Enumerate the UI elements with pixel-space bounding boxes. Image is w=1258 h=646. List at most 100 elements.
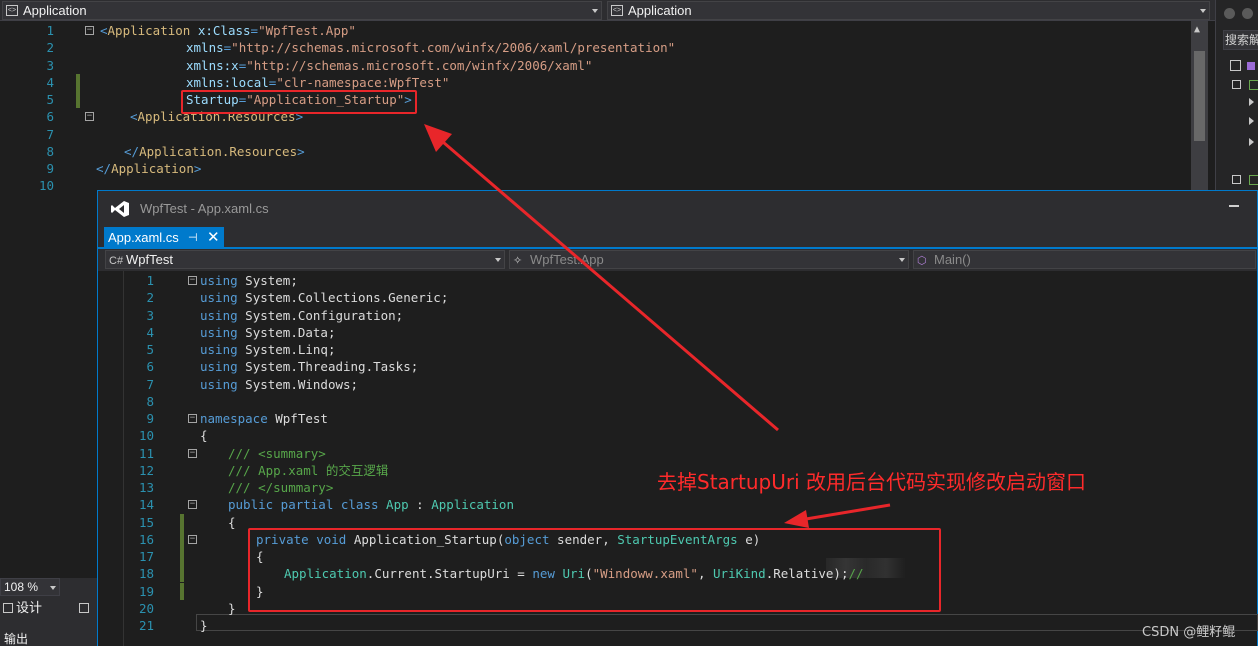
code-line[interactable]: 5 using System.Linq; [98, 341, 1257, 358]
code-token: </ [124, 143, 140, 159]
vertical-scrollbar[interactable]: ▲ [1191, 21, 1208, 190]
solution-icon [1230, 60, 1241, 71]
zoom-level-dropdown[interactable]: 108 % [0, 578, 60, 596]
fold-toggle-icon[interactable]: − [188, 414, 197, 423]
fold-toggle-icon[interactable]: − [85, 26, 94, 35]
code-token: using [200, 290, 238, 306]
xaml-view-tab[interactable] [76, 598, 96, 618]
code-token: = [250, 23, 259, 38]
scrollbar-thumb[interactable] [1194, 51, 1205, 141]
scope-dropdown-right[interactable]: <> Application [607, 1, 1210, 20]
close-icon[interactable]: ✕ [207, 227, 220, 249]
line-number: 21 [138, 618, 154, 633]
output-panel-label[interactable]: 输出 [4, 630, 28, 646]
csharp-file-icon [1249, 175, 1258, 185]
xaml-code-editor[interactable]: 1 <Application x:Class="WpfTest.App" 2 xmln… [0, 21, 1191, 193]
code-token: } [228, 600, 236, 616]
class-icon: ✧ [513, 255, 523, 267]
line-number: 16 [138, 531, 154, 547]
code-token: </ [96, 161, 112, 176]
code-line[interactable]: 11 /// <summary> [98, 445, 1257, 462]
code-token: > [193, 161, 202, 176]
code-token: System.Windows; [237, 376, 359, 392]
code-token: xmlns:x [186, 57, 239, 73]
code-line[interactable]: 7 [0, 126, 1191, 143]
pin-icon[interactable]: ⊣ [188, 227, 198, 249]
code-text: using System.Collections.Generic; [200, 289, 448, 306]
code-text: using System.Data; [200, 324, 335, 341]
code-text: namespace WpfTest [200, 410, 328, 427]
change-marker [180, 530, 184, 548]
fold-toggle-icon[interactable]: − [188, 534, 197, 544]
fold-toggle-icon[interactable]: − [188, 276, 197, 285]
code-token: < [100, 23, 108, 38]
project-dropdown[interactable]: C# WpfTest [105, 250, 505, 269]
code-token: xmlns:local [186, 74, 269, 90]
code-line[interactable]: 10 { [98, 427, 1257, 444]
design-view-tab[interactable]: 设计 [0, 598, 70, 618]
code-token: Application.Resources [139, 143, 298, 159]
window-title: WpfTest - App.xaml.cs [140, 201, 269, 216]
watermark: CSDN @鲤籽鲲 [1142, 625, 1236, 640]
fold-toggle-icon[interactable]: − [188, 448, 197, 458]
code-line[interactable]: 4 using System.Data; [98, 324, 1257, 341]
code-line[interactable]: 7 using System.Windows; [98, 376, 1257, 393]
navigation-bar: <> Application <> Application [0, 0, 1215, 21]
code-line[interactable]: 8 [98, 393, 1257, 410]
code-line[interactable]: 5 Startup="Application_Startup"> [0, 91, 1191, 108]
code-line[interactable]: 21} [98, 617, 1257, 634]
change-marker [180, 513, 184, 531]
code-token: "http://schemas.microsoft.com/winfx/2006… [246, 57, 593, 73]
code-line[interactable]: 1 using System; [98, 272, 1257, 289]
code-line[interactable]: 2 using System.Collections.Generic; [98, 289, 1257, 306]
code-line[interactable]: 3 xmlns:x="http://schemas.microsoft.com/w… [0, 57, 1191, 74]
class-dropdown[interactable]: ✧ WpfTest.App [509, 250, 909, 269]
minimize-icon[interactable] [1229, 205, 1239, 207]
code-token: System.Configuration; [237, 307, 404, 323]
fold-toggle-icon[interactable]: − [85, 112, 94, 122]
fold-toggle-icon[interactable]: − [188, 500, 197, 510]
line-number: 9 [146, 411, 154, 426]
code-line[interactable]: 2 xmlns="http://schemas.microsoft.com/win… [0, 39, 1191, 56]
code-text: { [228, 514, 236, 531]
scroll-up-icon[interactable]: ▲ [1194, 24, 1200, 35]
code-text: xmlns="http://schemas.microsoft.com/winf… [186, 39, 675, 56]
code-line[interactable]: 1 <Application x:Class="WpfTest.App" [0, 22, 1191, 39]
project-label: WpfTest [126, 252, 173, 267]
code-navigation-bar: C# WpfTest ✧ WpfTest.App ⬡ Main() [98, 249, 1257, 271]
solution-search-input[interactable]: 搜索解 [1223, 30, 1258, 50]
line-number: 3 [146, 307, 154, 323]
xaml-element-icon: <> [611, 5, 623, 16]
tree-expand-icon[interactable] [1249, 98, 1254, 106]
annotation-text: 去掉StartupUri 改用后台代码实现修改启动窗口 [657, 470, 1087, 494]
chevron-down-icon [50, 586, 56, 590]
back-icon[interactable] [1224, 8, 1235, 19]
code-line[interactable]: 9 namespace WpfTest [98, 410, 1257, 427]
code-text: /// App.xaml 的交互逻辑 [228, 462, 388, 479]
code-line[interactable]: 9 </Application> [0, 160, 1191, 177]
code-text: { [200, 427, 208, 444]
tree-expand-icon[interactable] [1249, 117, 1254, 125]
visual-studio-logo-icon [111, 201, 129, 217]
code-text: /// <summary> [228, 445, 326, 462]
code-line[interactable]: 4 xmlns:local="clr-namespace:WpfTest" [0, 74, 1191, 91]
tab-app-xaml-cs[interactable]: App.xaml.cs ⊣ ✕ [104, 227, 224, 249]
member-label: Main() [934, 252, 971, 267]
line-number: 4 [46, 74, 54, 90]
scope-dropdown-left[interactable]: <> Application [2, 1, 602, 20]
code-token: : [408, 497, 432, 513]
code-line[interactable]: 14 public partial class App : Application [98, 496, 1257, 513]
code-token: } [200, 618, 208, 633]
window-title-bar[interactable]: WpfTest - App.xaml.cs [98, 191, 1257, 227]
expander-icon[interactable] [1232, 175, 1241, 184]
member-dropdown[interactable]: ⬡ Main() [913, 250, 1256, 269]
code-line[interactable]: 8 </Application.Resources> [0, 143, 1191, 160]
line-number: 14 [138, 497, 154, 513]
code-line[interactable]: 3 using System.Configuration; [98, 307, 1257, 324]
expander-icon[interactable] [1232, 80, 1241, 89]
tree-expand-icon[interactable] [1249, 138, 1254, 146]
code-text: </Application> [96, 160, 201, 177]
code-line[interactable]: 6 using System.Threading.Tasks; [98, 358, 1257, 375]
code-line[interactable]: 6 <Application.Resources> [0, 108, 1191, 125]
forward-icon[interactable] [1242, 8, 1253, 19]
